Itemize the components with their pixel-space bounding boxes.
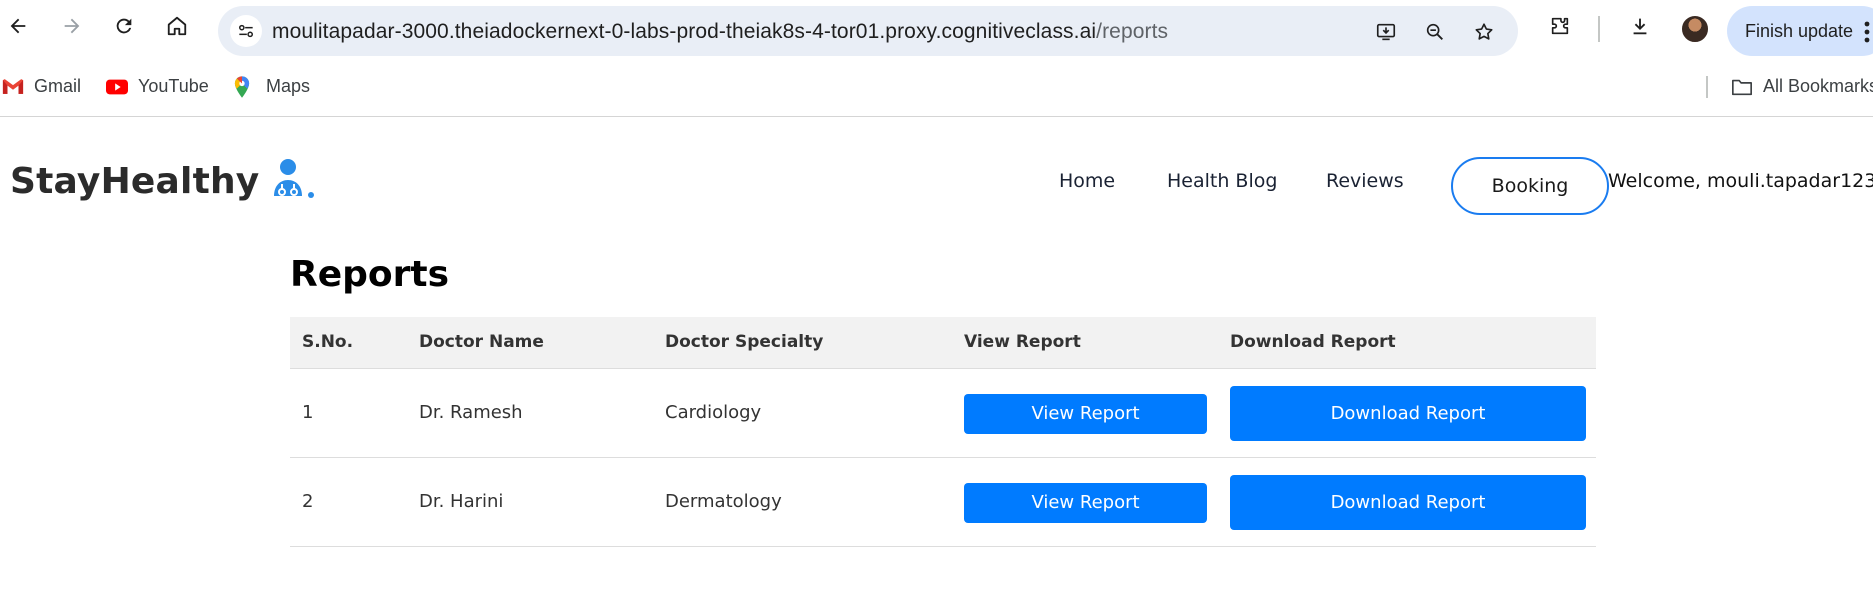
table-row: 1 Dr. Ramesh Cardiology View Report Down… xyxy=(290,368,1596,458)
table-row: 2 Dr. Harini Dermatology View Report Dow… xyxy=(290,457,1596,547)
view-report-button[interactable]: View Report xyxy=(964,482,1207,523)
logo-text: StayHealthy xyxy=(10,161,260,202)
toolbar-separator xyxy=(1598,16,1600,42)
youtube-icon xyxy=(106,78,128,96)
extensions-icon[interactable] xyxy=(1544,10,1576,42)
header-doctor-name: Doctor Name xyxy=(407,317,653,369)
gmail-icon xyxy=(2,78,24,96)
cell-sno: 1 xyxy=(290,368,407,458)
url-host: moulitapadar-3000.theiadockernext-0-labs… xyxy=(272,20,1097,43)
cell-view: View Report xyxy=(952,368,1218,458)
all-bookmarks[interactable]: All Bookmarks xyxy=(1731,76,1873,97)
bookmark-maps[interactable]: Maps xyxy=(234,75,311,98)
url-path: /reports xyxy=(1096,20,1169,43)
site-navbar: StayHealthy Home Health Blog Reviews Boo… xyxy=(0,140,1873,220)
bookmark-gmail[interactable]: Gmail xyxy=(2,76,81,97)
welcome-text: Welcome, mouli.tapadar123 xyxy=(1608,170,1873,192)
welcome-dropdown[interactable]: Welcome, mouli.tapadar123▼ xyxy=(1608,170,1873,192)
bookmark-youtube-label: YouTube xyxy=(138,76,209,96)
url-text[interactable]: moulitapadar-3000.theiadockernext-0-labs… xyxy=(272,20,1168,44)
cell-specialty: Dermatology xyxy=(653,457,952,547)
page-title: Reports xyxy=(290,254,450,295)
bookmark-youtube[interactable]: YouTube xyxy=(106,76,209,97)
site-info-icon[interactable] xyxy=(230,15,262,47)
nav-health-blog[interactable]: Health Blog xyxy=(1167,170,1277,192)
browser-toolbar: moulitapadar-3000.theiadockernext-0-labs… xyxy=(0,0,1873,56)
site-logo[interactable]: StayHealthy xyxy=(10,156,317,202)
cell-download: Download Report xyxy=(1218,368,1596,458)
back-arrow-icon[interactable] xyxy=(2,10,34,42)
cell-doctor-name: Dr. Harini xyxy=(407,457,653,547)
bookmark-maps-label: Maps xyxy=(266,76,311,96)
profile-avatar[interactable] xyxy=(1680,14,1710,44)
nav-home[interactable]: Home xyxy=(1059,170,1115,192)
header-doctor-specialty: Doctor Specialty xyxy=(653,317,952,369)
finish-update-button[interactable]: Finish update xyxy=(1727,6,1873,56)
download-report-button[interactable]: Download Report xyxy=(1230,475,1586,530)
forward-arrow-icon[interactable] xyxy=(56,10,88,42)
cell-download: Download Report xyxy=(1218,457,1596,547)
zoom-icon[interactable] xyxy=(1419,16,1451,48)
reload-icon[interactable] xyxy=(108,10,140,42)
header-sno: S.No. xyxy=(290,317,407,369)
header-view-report: View Report xyxy=(952,317,1218,369)
cell-view: View Report xyxy=(952,457,1218,547)
nav-reviews[interactable]: Reviews xyxy=(1326,170,1404,192)
download-report-button[interactable]: Download Report xyxy=(1230,386,1586,441)
bookmark-gmail-label: Gmail xyxy=(34,76,82,96)
maps-icon xyxy=(234,75,256,98)
bookmarks-bar: Gmail YouTube Maps All Bookmarks xyxy=(0,68,1873,116)
install-app-icon[interactable] xyxy=(1370,16,1402,48)
more-menu-icon[interactable] xyxy=(1863,21,1871,43)
bookmark-star-icon[interactable] xyxy=(1468,16,1500,48)
cell-sno: 2 xyxy=(290,457,407,547)
all-bookmarks-label: All Bookmarks xyxy=(1763,76,1873,96)
cell-specialty: Cardiology xyxy=(653,368,952,458)
table-header-row: S.No. Doctor Name Doctor Specialty View … xyxy=(290,317,1596,369)
folder-icon xyxy=(1731,78,1753,96)
view-report-button[interactable]: View Report xyxy=(964,393,1207,434)
chrome-divider xyxy=(0,116,1873,117)
bookmarks-separator xyxy=(1706,76,1708,98)
cell-doctor-name: Dr. Ramesh xyxy=(407,368,653,458)
address-bar[interactable]: moulitapadar-3000.theiadockernext-0-labs… xyxy=(218,6,1518,56)
finish-update-label: Finish update xyxy=(1745,21,1854,41)
header-download-report: Download Report xyxy=(1218,317,1596,369)
reports-table: S.No. Doctor Name Doctor Specialty View … xyxy=(290,317,1596,547)
downloads-icon[interactable] xyxy=(1624,10,1656,42)
home-icon[interactable] xyxy=(161,10,193,42)
booking-button[interactable]: Booking xyxy=(1451,157,1609,215)
doctor-logo-icon xyxy=(274,159,315,198)
